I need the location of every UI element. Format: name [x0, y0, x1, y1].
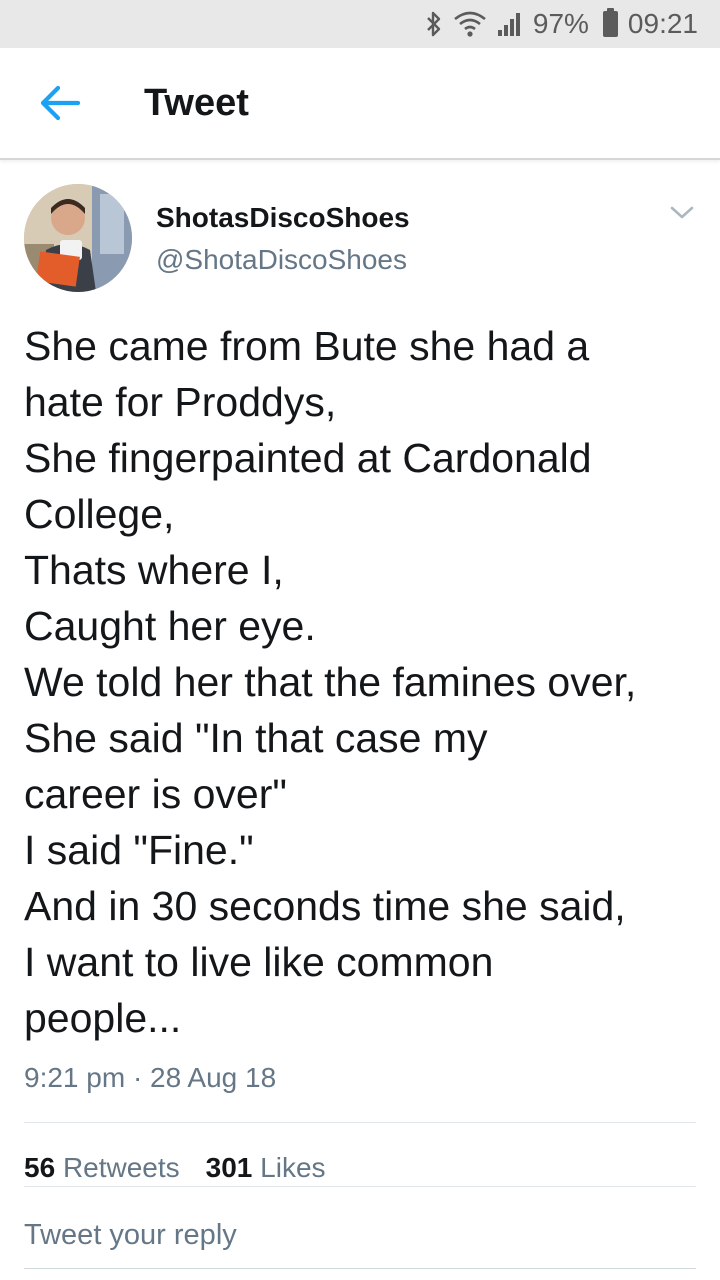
app-bar: Tweet	[0, 48, 720, 160]
tweet-text: She came from Bute she had a hate for Pr…	[24, 318, 700, 1046]
avatar[interactable]	[24, 184, 132, 292]
tweet-text-line: She said "In that case my	[24, 715, 488, 761]
tweet-text-line: I want to live like common	[24, 939, 494, 985]
tweet-timestamp[interactable]: 9:21 pm · 28 Aug 18	[24, 1062, 276, 1094]
tweet-text-line: I said "Fine."	[24, 827, 254, 873]
tweet-text-line: Caught her eye.	[24, 603, 316, 649]
likes-label: Likes	[260, 1152, 326, 1183]
wifi-icon	[453, 10, 487, 38]
divider	[24, 1268, 696, 1269]
bluetooth-icon	[425, 10, 443, 38]
retweets-count: 56	[24, 1152, 56, 1183]
status-bar: 97% 09:21	[0, 0, 720, 48]
display-name[interactable]: ShotasDiscoShoes	[156, 202, 410, 234]
signal-icon	[497, 10, 523, 38]
tweet-text-line: She came from Bute she had a	[24, 323, 590, 369]
back-button[interactable]	[0, 47, 120, 159]
likes-count: 301	[205, 1152, 253, 1183]
user-handle[interactable]: @ShotaDiscoShoes	[156, 244, 407, 276]
arrow-left-icon	[40, 85, 81, 121]
retweets-label: Retweets	[62, 1152, 180, 1183]
divider	[24, 1186, 696, 1187]
tweet-text-line: We told her that the famines over,	[24, 659, 637, 705]
tweet-options-button[interactable]	[664, 198, 700, 228]
divider	[24, 1122, 696, 1123]
clock: 09:21	[627, 8, 698, 39]
tweet-text-line: She fingerpainted at Cardonald	[24, 435, 592, 481]
tweet-header: ShotasDiscoShoes @ShotaDiscoShoes	[24, 184, 700, 294]
tweet-stats: 56 Retweets 301 Likes	[24, 1152, 326, 1184]
tweet-text-line: hate for Proddys,	[24, 379, 337, 425]
tweet-text-line: College,	[24, 491, 175, 537]
battery-icon	[602, 8, 618, 37]
tweet-text-line: career is over"	[24, 771, 287, 817]
page-title: Tweet	[144, 81, 249, 124]
battery-percent: 97%	[532, 8, 589, 39]
tweet-text-line: people...	[24, 995, 182, 1041]
retweets-stat[interactable]: 56 Retweets	[24, 1152, 180, 1184]
likes-stat[interactable]: 301 Likes	[206, 1152, 326, 1184]
tweet-text-line: And in 30 seconds time she said,	[24, 883, 626, 929]
chevron-down-icon	[670, 206, 694, 219]
tweet-text-line: Thats where I,	[24, 547, 284, 593]
reply-input[interactable]: Tweet your reply	[24, 1200, 696, 1270]
